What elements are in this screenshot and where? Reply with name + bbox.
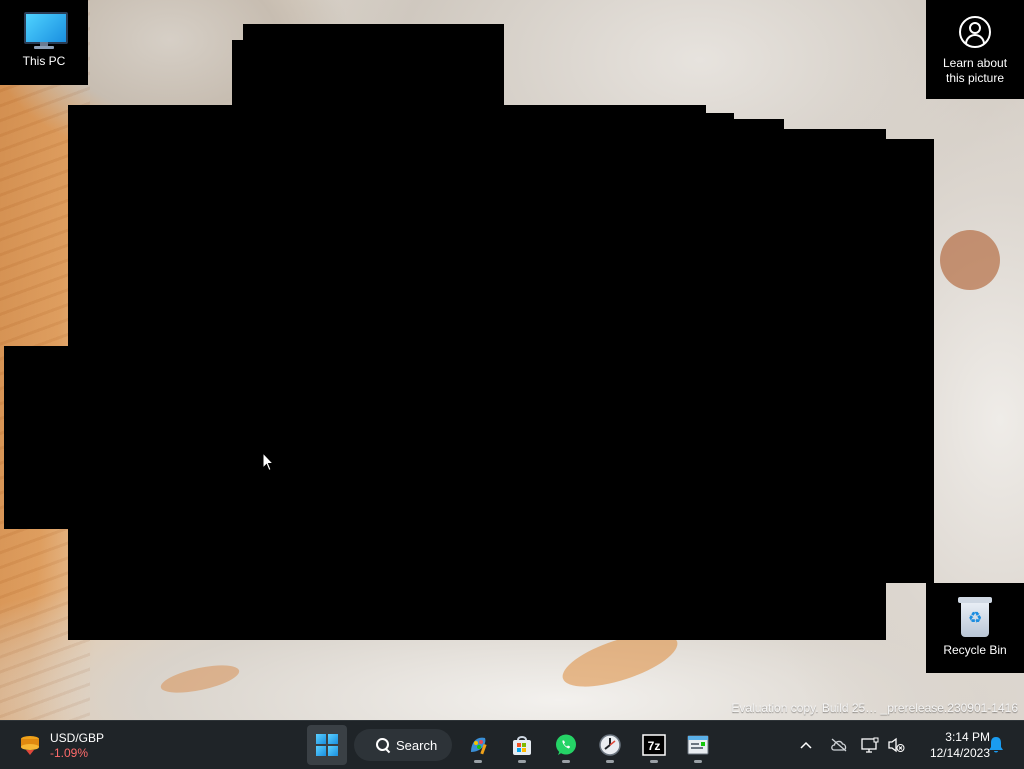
taskbar-clock-app[interactable]	[590, 725, 630, 765]
redacted-window-region	[880, 139, 934, 583]
widget-change: -1.09%	[50, 746, 89, 760]
redacted-window-region	[243, 24, 504, 106]
taskbar-clock[interactable]: 3:14 PM 12/14/2023	[916, 729, 990, 761]
taskbar-notepad-app[interactable]	[678, 725, 718, 765]
store-icon	[513, 736, 531, 755]
cloud-offline-icon	[831, 738, 847, 752]
running-indicator	[650, 760, 658, 763]
learn-about-picture-icon[interactable]: Learn about this picture	[926, 0, 1024, 99]
search-label: Search	[396, 737, 438, 753]
this-pc-desktop-icon[interactable]: This PC	[0, 0, 88, 85]
mouse-cursor-icon	[262, 452, 274, 472]
redacted-window-region	[4, 346, 68, 529]
learn-label-line1: Learn about	[942, 56, 1008, 70]
desktop-wallpaper: This PC Learn about this picture ♻ Recyc…	[0, 0, 1024, 720]
show-hidden-icons-button[interactable]	[794, 721, 818, 769]
taskbar-whatsapp-app[interactable]	[546, 725, 586, 765]
network-icon	[861, 737, 879, 753]
redacted-window-region	[780, 129, 886, 640]
svg-text:7z: 7z	[648, 739, 661, 753]
this-pc-label: This PC	[22, 54, 66, 68]
taskbar-7zip-app[interactable]: 7z	[634, 725, 674, 765]
currency-icon	[21, 736, 39, 755]
clock-icon	[599, 734, 621, 756]
redacted-window-region	[68, 105, 706, 640]
recycle-bin-icon: ♻	[958, 597, 992, 637]
running-indicator	[606, 760, 614, 763]
recycle-bin-desktop-icon[interactable]: ♻ Recycle Bin	[926, 583, 1024, 673]
widget-title: USD/GBP	[50, 731, 105, 745]
redacted-window-region	[730, 119, 784, 640]
clock-time: 3:14 PM	[945, 730, 990, 744]
chevron-up-icon	[800, 741, 812, 749]
rock-shadow	[158, 659, 242, 699]
redacted-window-region	[232, 40, 252, 106]
running-indicator	[474, 760, 482, 763]
windows-logo-icon	[316, 734, 338, 756]
taskbar-paint-app[interactable]	[458, 725, 498, 765]
notepad-icon	[687, 735, 709, 755]
taskbar-search-button[interactable]: Search	[354, 729, 452, 761]
notifications-button[interactable]	[984, 721, 1008, 769]
7zip-icon: 7z	[642, 734, 666, 756]
volume-tray-icon[interactable]	[884, 721, 908, 769]
paint-icon	[471, 737, 487, 755]
network-tray-icon[interactable]	[858, 721, 882, 769]
taskbar: USD/GBP -1.09% Search 7z 3:14 PM 12/14/2…	[0, 720, 1024, 769]
recycle-bin-label: Recycle Bin	[943, 643, 1007, 657]
learn-label-line2: this picture	[945, 71, 1005, 85]
clock-date: 12/14/2023	[929, 746, 990, 760]
rock-shadow	[940, 230, 1000, 290]
taskbar-store-app[interactable]	[502, 725, 542, 765]
search-icon	[376, 738, 390, 752]
redacted-window-region	[700, 113, 734, 640]
running-indicator	[562, 760, 570, 763]
bell-icon	[989, 737, 1003, 753]
camera-info-icon	[959, 16, 991, 48]
volume-muted-icon	[888, 737, 905, 753]
whatsapp-icon	[556, 734, 576, 755]
currency-widget[interactable]: USD/GBP -1.09%	[14, 729, 124, 761]
monitor-icon	[22, 10, 68, 50]
start-button[interactable]	[307, 725, 347, 765]
running-indicator	[694, 760, 702, 763]
onedrive-tray-icon[interactable]	[826, 721, 852, 769]
running-indicator	[518, 760, 526, 763]
evaluation-watermark: Evaluation copy. Build 25… _prerelease.2…	[731, 701, 1018, 715]
